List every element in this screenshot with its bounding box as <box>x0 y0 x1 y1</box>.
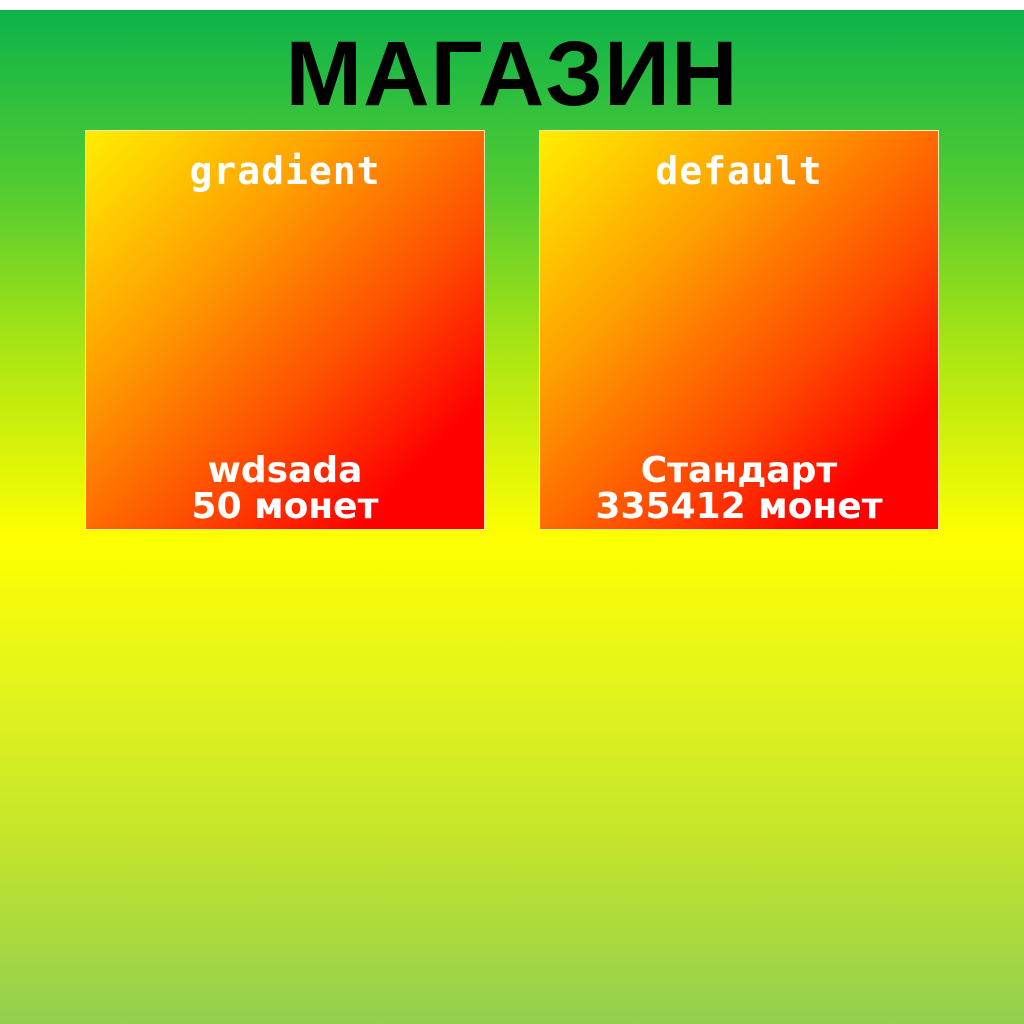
item-name: default <box>655 149 823 193</box>
item-name: gradient <box>189 149 381 193</box>
item-label: wdsada <box>207 450 363 491</box>
item-label: Стандарт <box>640 450 838 491</box>
item-price: 335412 монет <box>595 486 883 527</box>
shop-item-default[interactable]: default Стандарт 335412 монет <box>539 130 939 530</box>
item-info: Стандарт 335412 монет <box>540 453 938 525</box>
item-info: wdsada 50 монет <box>86 453 484 525</box>
page-title: МАГАЗИН <box>285 23 739 125</box>
item-price: 50 монет <box>191 486 379 527</box>
shop-item-gradient[interactable]: gradient wdsada 50 монет <box>85 130 485 530</box>
shop-screen: МАГАЗИН gradient wdsada 50 монет default… <box>0 10 1024 1024</box>
